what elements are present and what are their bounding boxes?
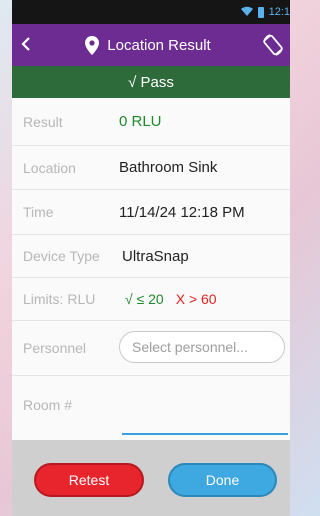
wifi-icon [240, 6, 253, 19]
row-limits: Limits: RLU √ ≤ 20 X > 60 [12, 278, 290, 321]
device-type-value: UltraSnap [122, 247, 189, 265]
time-label: Time [23, 204, 54, 220]
status-bar: 12:1 [12, 0, 290, 24]
done-button[interactable]: Done [168, 463, 277, 497]
room-label: Room # [23, 397, 73, 413]
row-location: Location Bathroom Sink [12, 146, 290, 190]
limit-pass-value: √ ≤ 20 [125, 291, 164, 307]
result-value: 0 RLU [119, 113, 162, 130]
row-time: Time 11/14/24 12:18 PM [12, 190, 290, 235]
limits-label: Limits: RLU [23, 291, 96, 307]
page-title: Location Result [107, 36, 211, 54]
action-footer: Retest Done [12, 440, 290, 516]
personnel-select[interactable]: Select personnel... [119, 331, 285, 363]
personnel-label: Personnel [23, 340, 87, 356]
status-clock: 12:1 [268, 6, 290, 18]
result-label: Result [23, 113, 63, 130]
chevron-left-icon [21, 36, 30, 51]
room-input[interactable] [122, 417, 288, 435]
row-result: Result 0 RLU [12, 98, 290, 146]
map-pin-icon [85, 35, 100, 55]
app-bar-title-group: Location Result [40, 35, 256, 55]
battery-icon [257, 6, 264, 18]
result-details: Result 0 RLU Location Bathroom Sink Time… [12, 98, 290, 440]
back-button[interactable] [12, 35, 40, 56]
limit-fail-value: X > 60 [175, 291, 217, 307]
result-status-banner: √ Pass [12, 66, 290, 98]
rotate-screen-icon [263, 34, 283, 56]
retest-button[interactable]: Retest [34, 463, 144, 497]
row-room: Room # [12, 376, 290, 440]
location-value: Bathroom Sink [119, 159, 218, 176]
rotate-screen-button[interactable] [256, 24, 290, 66]
row-device-type: Device Type UltraSnap [12, 235, 290, 278]
device-type-label: Device Type [23, 248, 100, 264]
row-personnel: Personnel Select personnel... [12, 321, 290, 376]
app-bar: Location Result [12, 24, 290, 66]
location-label: Location [23, 159, 76, 176]
time-value: 11/14/24 12:18 PM [119, 203, 245, 221]
